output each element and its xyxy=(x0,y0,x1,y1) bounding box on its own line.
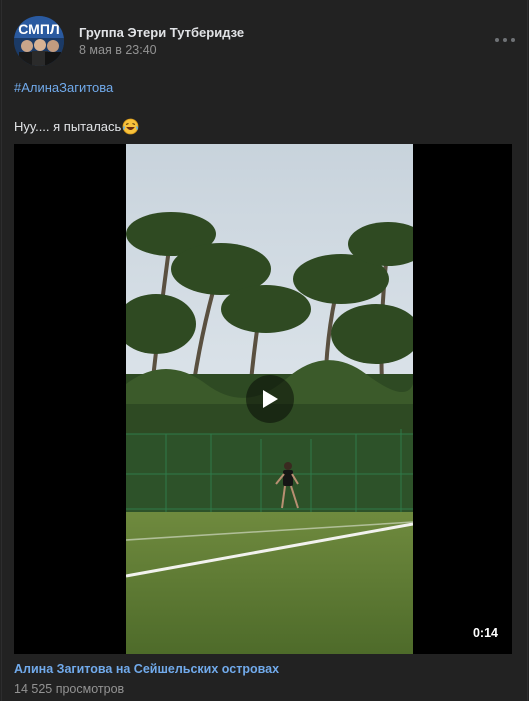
group-avatar[interactable]: СМПЛ xyxy=(14,16,64,66)
post-date-link[interactable]: 8 мая в 23:40 xyxy=(79,43,157,57)
post-text-row: Нуу.... я пыталась xyxy=(14,118,139,135)
hashtag-link[interactable]: #АлинаЗагитова xyxy=(14,80,113,95)
video-duration: 0:14 xyxy=(472,626,498,640)
group-name-link[interactable]: Группа Этери Тутберидзе xyxy=(79,25,244,40)
post-header: СМПЛ Группа Этери Тутберидзе 8 мая в 23:… xyxy=(14,14,515,66)
video-title-link[interactable]: Алина Загитова на Сейшельских островах xyxy=(14,662,279,676)
laughing-crying-emoji-icon xyxy=(122,118,139,135)
play-icon[interactable] xyxy=(246,375,294,423)
svg-text:СМПЛ: СМПЛ xyxy=(18,21,59,37)
more-options-icon[interactable] xyxy=(495,34,515,46)
post-card: СМПЛ Группа Этери Тутберидзе 8 мая в 23:… xyxy=(1,0,528,701)
video-views: 14 525 просмотров xyxy=(14,682,125,696)
video-player[interactable]: 0:14 xyxy=(14,144,512,654)
post-text: Нуу.... я пыталась xyxy=(14,119,122,134)
avatar-image: СМПЛ xyxy=(14,16,64,66)
